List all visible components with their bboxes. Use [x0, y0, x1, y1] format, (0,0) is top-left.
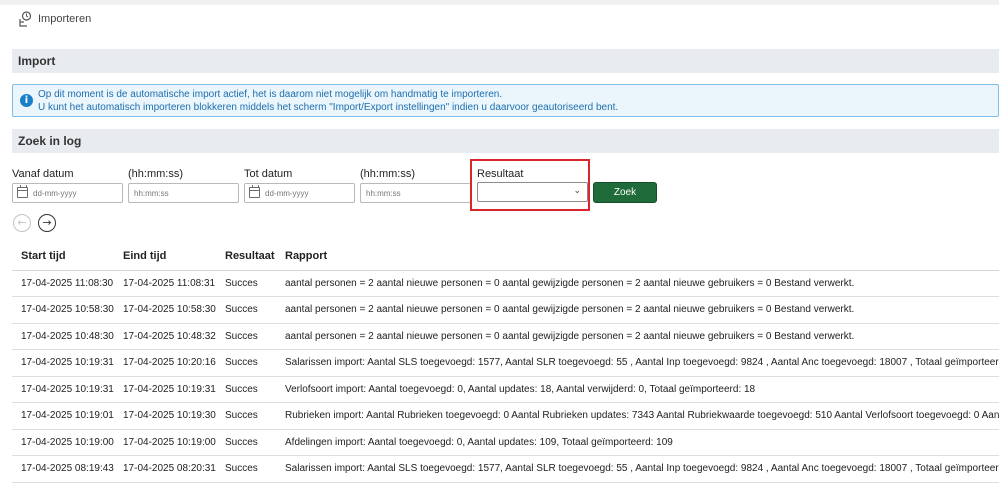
result-cell: Succes: [216, 349, 276, 377]
log-table: Start tijd Eind tijd Resultaat Rapport 1…: [12, 243, 999, 483]
end-time-cell: 17-04-2025 10:19:00: [114, 429, 216, 456]
from-date-label: Vanaf datum: [12, 168, 74, 180]
end-time-cell: 17-04-2025 08:20:31: [114, 455, 216, 483]
end-time-cell: 17-04-2025 11:08:31: [114, 270, 216, 297]
end-time-cell: 17-04-2025 10:48:32: [114, 323, 216, 350]
page-title: Importeren: [38, 12, 92, 25]
end-time-cell: 17-04-2025 10:58:30: [114, 296, 216, 324]
result-cell: Succes: [216, 429, 276, 456]
info-line-2: U kunt het automatisch importeren blokke…: [38, 102, 619, 113]
search-button[interactable]: Zoek: [593, 182, 657, 203]
start-time-cell: 17-04-2025 10:19:31: [12, 376, 114, 403]
from-time-input[interactable]: [128, 183, 239, 203]
log-panel-header: Zoek in log: [12, 129, 999, 153]
info-line-1: Op dit moment is de automatische import …: [38, 89, 503, 100]
result-cell: Succes: [216, 270, 276, 297]
chevron-down-icon: ⌄: [573, 186, 581, 196]
calendar-icon[interactable]: [17, 185, 28, 198]
info-message: i Op dit moment is de automatische impor…: [12, 84, 999, 117]
result-label: Resultaat: [477, 168, 524, 180]
report-cell: Afdelingen import: Aantal toegevoegd: 0,…: [276, 429, 999, 456]
table-row[interactable]: 17-04-2025 10:58:30 17-04-2025 10:58:30 Su…: [12, 296, 999, 324]
to-time-input[interactable]: [360, 183, 471, 203]
start-time-cell: 17-04-2025 10:19:31: [12, 349, 114, 377]
report-cell: aantal personen = 2 aantal nieuwe person…: [276, 296, 999, 324]
report-cell: Rubrieken import: Aantal Rubrieken toege…: [276, 402, 999, 430]
result-cell: Succes: [216, 296, 276, 324]
table-row[interactable]: 17-04-2025 10:48:30 17-04-2025 10:48:32 Su…: [12, 323, 999, 350]
result-cell: Succes: [216, 376, 276, 403]
report-cell: Salarissen import: Aantal SLS toegevoegd…: [276, 455, 999, 483]
table-row[interactable]: 17-04-2025 10:19:01 17-04-2025 10:19:30 Su…: [12, 402, 999, 430]
from-date-input[interactable]: [12, 183, 123, 203]
start-time-cell: 17-04-2025 10:19:00: [12, 429, 114, 456]
report-cell: Salarissen import: Aantal SLS toegevoegd…: [276, 349, 999, 377]
column-header[interactable]: Rapport: [276, 243, 999, 271]
result-select[interactable]: ⌄: [477, 182, 588, 202]
start-time-cell: 17-04-2025 11:08:30: [12, 270, 114, 297]
start-time-cell: 17-04-2025 10:58:30: [12, 296, 114, 324]
table-row[interactable]: 17-04-2025 10:19:31 17-04-2025 10:20:16 Su…: [12, 349, 999, 377]
end-time-cell: 17-04-2025 10:20:16: [114, 349, 216, 377]
table-row[interactable]: 17-04-2025 08:19:43 17-04-2025 08:20:31 Su…: [12, 455, 999, 483]
calendar-icon[interactable]: [249, 185, 260, 198]
previous-page-icon[interactable]: ←: [13, 214, 31, 232]
column-header[interactable]: Resultaat: [216, 243, 276, 271]
import-panel-header: Import: [12, 49, 999, 73]
table-row[interactable]: 17-04-2025 10:19:31 17-04-2025 10:19:31 Su…: [12, 376, 999, 403]
next-page-icon[interactable]: →: [38, 214, 56, 232]
report-cell: aantal personen = 2 aantal nieuwe person…: [276, 270, 999, 297]
report-cell: aantal personen = 2 aantal nieuwe person…: [276, 323, 999, 350]
table-row[interactable]: 17-04-2025 11:08:30 17-04-2025 11:08:31 Su…: [12, 270, 999, 297]
start-time-cell: 17-04-2025 08:19:43: [12, 455, 114, 483]
result-cell: Succes: [216, 455, 276, 483]
from-time-label: (hh:mm:ss): [128, 168, 183, 180]
column-header[interactable]: Eind tijd: [114, 243, 216, 271]
start-time-cell: 17-04-2025 10:19:01: [12, 402, 114, 430]
end-time-cell: 17-04-2025 10:19:30: [114, 402, 216, 430]
report-cell: Verlofsoort import: Aantal toegevoegd: 0…: [276, 376, 999, 403]
to-time-label: (hh:mm:ss): [360, 168, 415, 180]
import-icon: [18, 10, 32, 27]
column-header[interactable]: Start tijd: [12, 243, 114, 271]
result-cell: Succes: [216, 402, 276, 430]
to-date-label: Tot datum: [244, 168, 293, 180]
info-icon: i: [20, 94, 33, 107]
table-row[interactable]: 17-04-2025 10:19:00 17-04-2025 10:19:00 Su…: [12, 429, 999, 456]
to-date-input[interactable]: [244, 183, 355, 203]
table-header-row: Start tijd Eind tijd Resultaat Rapport: [12, 243, 999, 271]
result-cell: Succes: [216, 323, 276, 350]
start-time-cell: 17-04-2025 10:48:30: [12, 323, 114, 350]
end-time-cell: 17-04-2025 10:19:31: [114, 376, 216, 403]
app-header: Importeren: [0, 5, 999, 32]
